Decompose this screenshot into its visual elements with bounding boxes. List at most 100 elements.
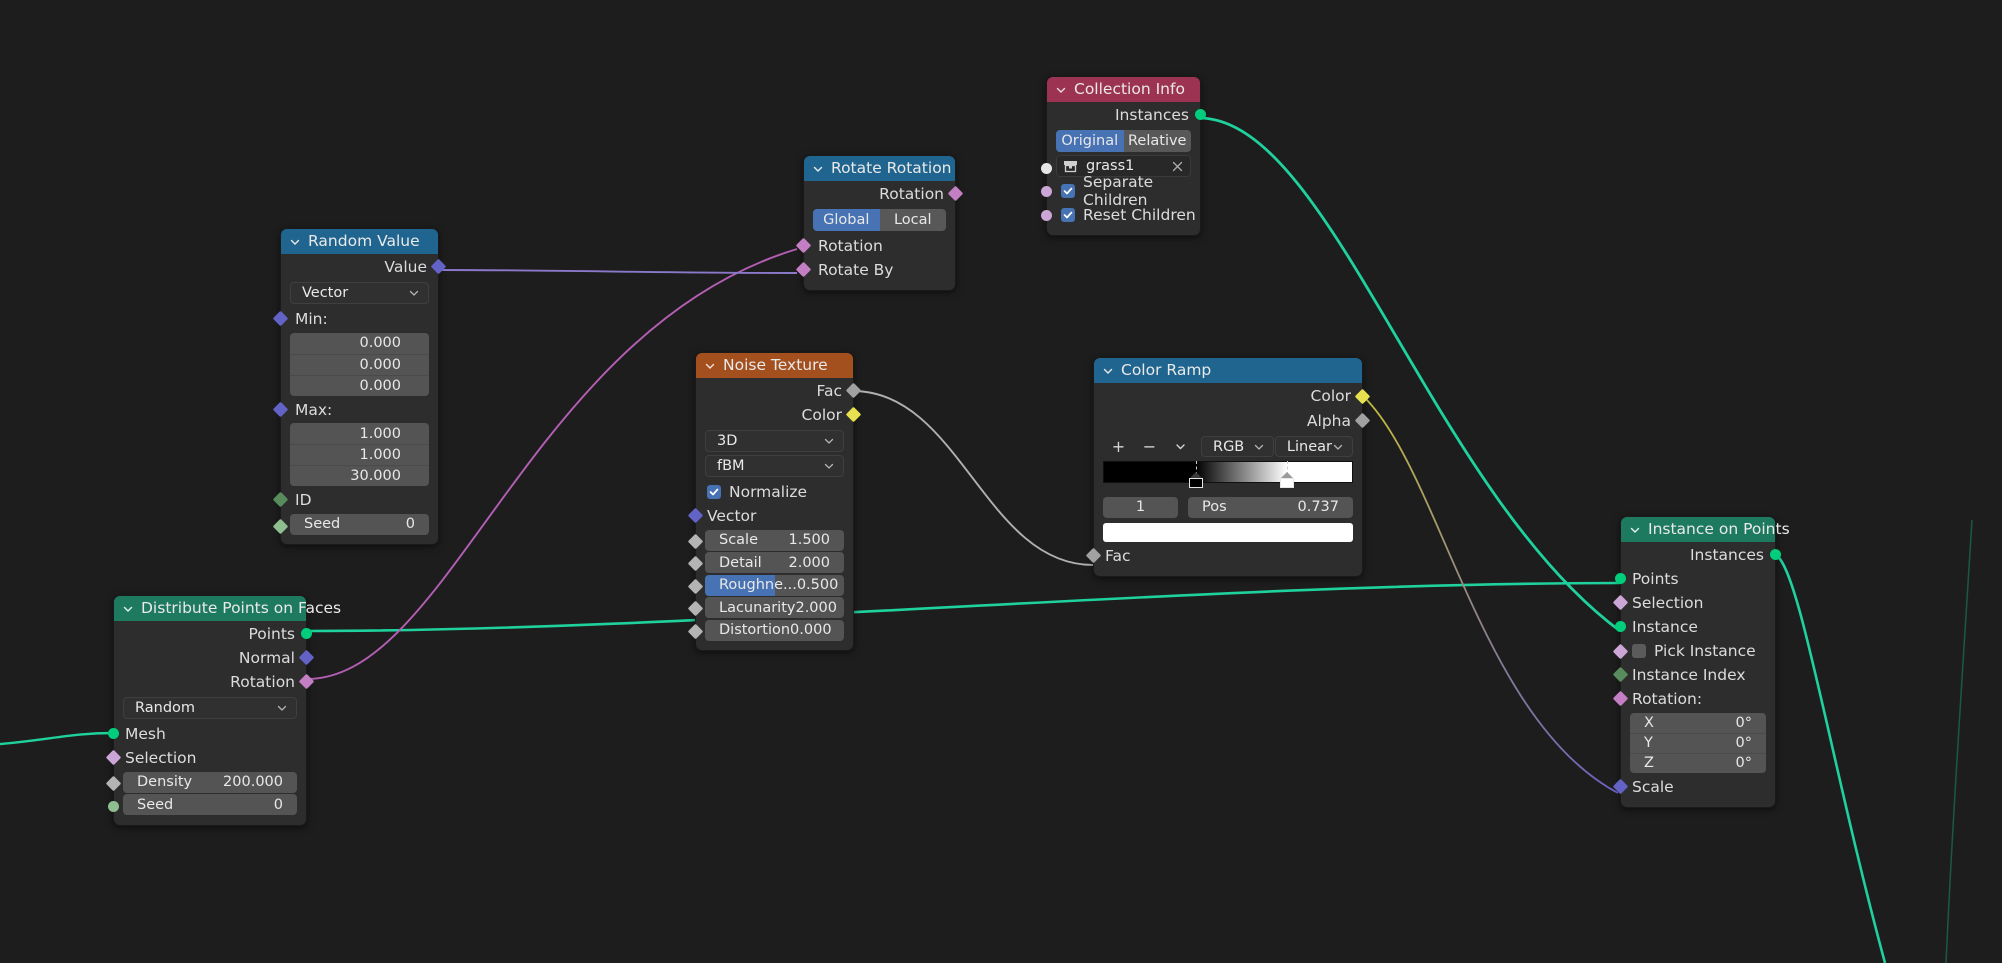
node-header-noise-texture[interactable]: Noise Texture [696, 353, 853, 378]
socket-out-color[interactable] [845, 406, 862, 423]
socket-in-rotate-by[interactable] [795, 261, 812, 278]
socket-in-roughness[interactable] [687, 578, 704, 594]
data-type-dropdown[interactable]: Vector [290, 282, 429, 304]
ramp-stop-1-swatch[interactable] [1279, 478, 1294, 488]
distortion-field[interactable]: Distortion 0.000 [705, 619, 844, 641]
node-noise-texture[interactable]: Noise Texture Fac Color 3D fBM Normalize… [687, 352, 862, 651]
min-z-field[interactable]: 0.000 [290, 374, 429, 396]
input-row-vector[interactable]: Vector [687, 504, 853, 528]
transform-toggle-group[interactable]: Original Relative [1056, 130, 1191, 152]
color-ramp-toolbar[interactable]: + − RGB Linear [1103, 436, 1353, 457]
socket-in-seed[interactable] [108, 801, 119, 812]
close-icon[interactable] [1171, 160, 1184, 173]
socket-out-fac[interactable] [845, 382, 862, 399]
reset-children-checkbox[interactable] [1061, 208, 1075, 222]
node-rotate-rotation[interactable]: Rotate Rotation Rotation Global Local Ro… [795, 155, 964, 291]
node-distribute-points-on-faces[interactable]: Distribute Points on Faces Points Normal… [105, 595, 341, 826]
max-y-field[interactable]: 1.000 [290, 444, 429, 465]
add-stop-button[interactable]: + [1103, 436, 1134, 457]
socket-in-selection[interactable] [105, 749, 122, 766]
interpolation-dropdown[interactable]: Linear [1274, 436, 1353, 457]
node-collection-info[interactable]: Collection Info Instances Original Relat… [1041, 76, 1206, 236]
socket-in-max[interactable] [272, 401, 289, 417]
collapse-chevron-icon[interactable] [1102, 365, 1114, 377]
output-row-color[interactable]: Color [1094, 383, 1371, 409]
output-row-fac[interactable]: Fac [696, 378, 862, 403]
node-instance-on-points[interactable]: Instance on Points Instances Points Sele… [1612, 516, 1790, 808]
collapse-chevron-icon[interactable] [1055, 84, 1067, 96]
collapse-chevron-icon[interactable] [812, 163, 824, 175]
output-row-rotation[interactable]: Rotation [804, 181, 964, 206]
space-option-global[interactable]: Global [813, 209, 880, 231]
separate-children-row[interactable]: Separate Children [1047, 173, 1200, 209]
transform-option-original[interactable]: Original [1056, 130, 1124, 152]
socket-in-reset-children[interactable] [1041, 210, 1052, 221]
socket-out-rotation[interactable] [947, 185, 964, 202]
space-option-local[interactable]: Local [879, 209, 946, 231]
socket-out-normal[interactable] [298, 649, 315, 666]
output-row-color[interactable]: Color [696, 403, 862, 427]
pick-instance-row[interactable]: Pick Instance [1621, 639, 1775, 663]
normalize-row[interactable]: Normalize [696, 480, 853, 504]
detail-field[interactable]: Detail 2.000 [705, 552, 844, 573]
socket-in-min[interactable] [272, 310, 289, 327]
normalize-checkbox[interactable] [707, 485, 721, 499]
input-row-points[interactable]: Points [1615, 567, 1775, 591]
socket-in-instance[interactable] [1615, 621, 1626, 632]
output-row-normal[interactable]: Normal [114, 646, 315, 670]
stop-index-field[interactable]: 1 [1103, 496, 1178, 518]
collapse-chevron-icon[interactable] [289, 236, 301, 248]
node-header-instance-on-points[interactable]: Instance on Points [1621, 517, 1790, 542]
node-header-rotate-rotation[interactable]: Rotate Rotation [804, 156, 955, 181]
rotation-y-field[interactable]: Y 0° [1630, 732, 1766, 753]
socket-out-alpha[interactable] [1354, 412, 1371, 429]
socket-in-vector[interactable] [687, 507, 704, 524]
node-header-color-ramp[interactable]: Color Ramp [1094, 358, 1362, 383]
min-y-field[interactable]: 0.000 [290, 353, 429, 375]
socket-out-points[interactable] [301, 628, 312, 639]
socket-out-instances[interactable] [1770, 549, 1781, 560]
socket-in-scale[interactable] [687, 533, 704, 549]
min-x-field[interactable]: 0.000 [290, 332, 429, 354]
dimension-dropdown[interactable]: 3D [705, 430, 844, 452]
socket-in-id[interactable] [272, 491, 289, 508]
input-row-id[interactable]: ID [272, 488, 438, 512]
input-row-mesh[interactable]: Mesh [108, 722, 306, 746]
collapse-chevron-icon[interactable] [704, 360, 716, 372]
input-row-rotation[interactable]: Rotation: [1612, 687, 1775, 711]
node-header-random-value[interactable]: Random Value [281, 229, 438, 254]
pos-field[interactable]: Pos 0.737 [1188, 496, 1353, 518]
socket-in-detail[interactable] [687, 555, 704, 572]
ramp-stop-0-swatch[interactable] [1188, 478, 1203, 488]
socket-in-distortion[interactable] [687, 623, 704, 639]
transform-option-relative[interactable]: Relative [1123, 130, 1191, 152]
node-header-distribute-points[interactable]: Distribute Points on Faces [114, 596, 341, 621]
output-row-instances[interactable]: Instances [1621, 542, 1781, 567]
socket-in-seed[interactable] [272, 518, 289, 534]
input-row-instance[interactable]: Instance [1615, 615, 1775, 639]
max-x-field[interactable]: 1.000 [290, 423, 429, 444]
input-row-min[interactable]: Min: [272, 307, 438, 331]
node-random-value[interactable]: Random Value Value Vector Min: 0.000 0.0… [272, 228, 447, 545]
node-color-ramp[interactable]: Color Ramp Color Alpha + − RGB Linear 1 … [1085, 357, 1371, 577]
output-row-instances[interactable]: Instances [1047, 102, 1206, 127]
input-row-rotation[interactable]: Rotation [795, 234, 955, 258]
input-row-instance-index[interactable]: Instance Index [1612, 663, 1775, 687]
density-field[interactable]: Density 200.000 [123, 771, 297, 793]
active-stop-color-swatch[interactable] [1103, 523, 1353, 542]
socket-in-lacunarity[interactable] [687, 600, 704, 617]
node-header-collection-info[interactable]: Collection Info [1047, 77, 1200, 102]
seed-field[interactable]: Seed 0 [123, 794, 297, 815]
rotation-x-field[interactable]: X 0° [1630, 712, 1766, 733]
socket-in-rotation[interactable] [795, 237, 812, 254]
socket-in-rotation[interactable] [1612, 690, 1629, 707]
input-row-fac[interactable]: Fac [1085, 544, 1362, 568]
socket-in-instance-index[interactable] [1612, 666, 1629, 683]
max-z-field[interactable]: 30.000 [290, 465, 429, 486]
input-row-selection[interactable]: Selection [105, 746, 306, 770]
socket-in-mesh[interactable] [108, 728, 119, 739]
separate-children-checkbox[interactable] [1061, 184, 1075, 198]
remove-stop-button[interactable]: − [1134, 436, 1165, 457]
pick-instance-checkbox[interactable] [1632, 644, 1646, 658]
lacunarity-field[interactable]: Lacunarity 2.000 [705, 597, 844, 618]
